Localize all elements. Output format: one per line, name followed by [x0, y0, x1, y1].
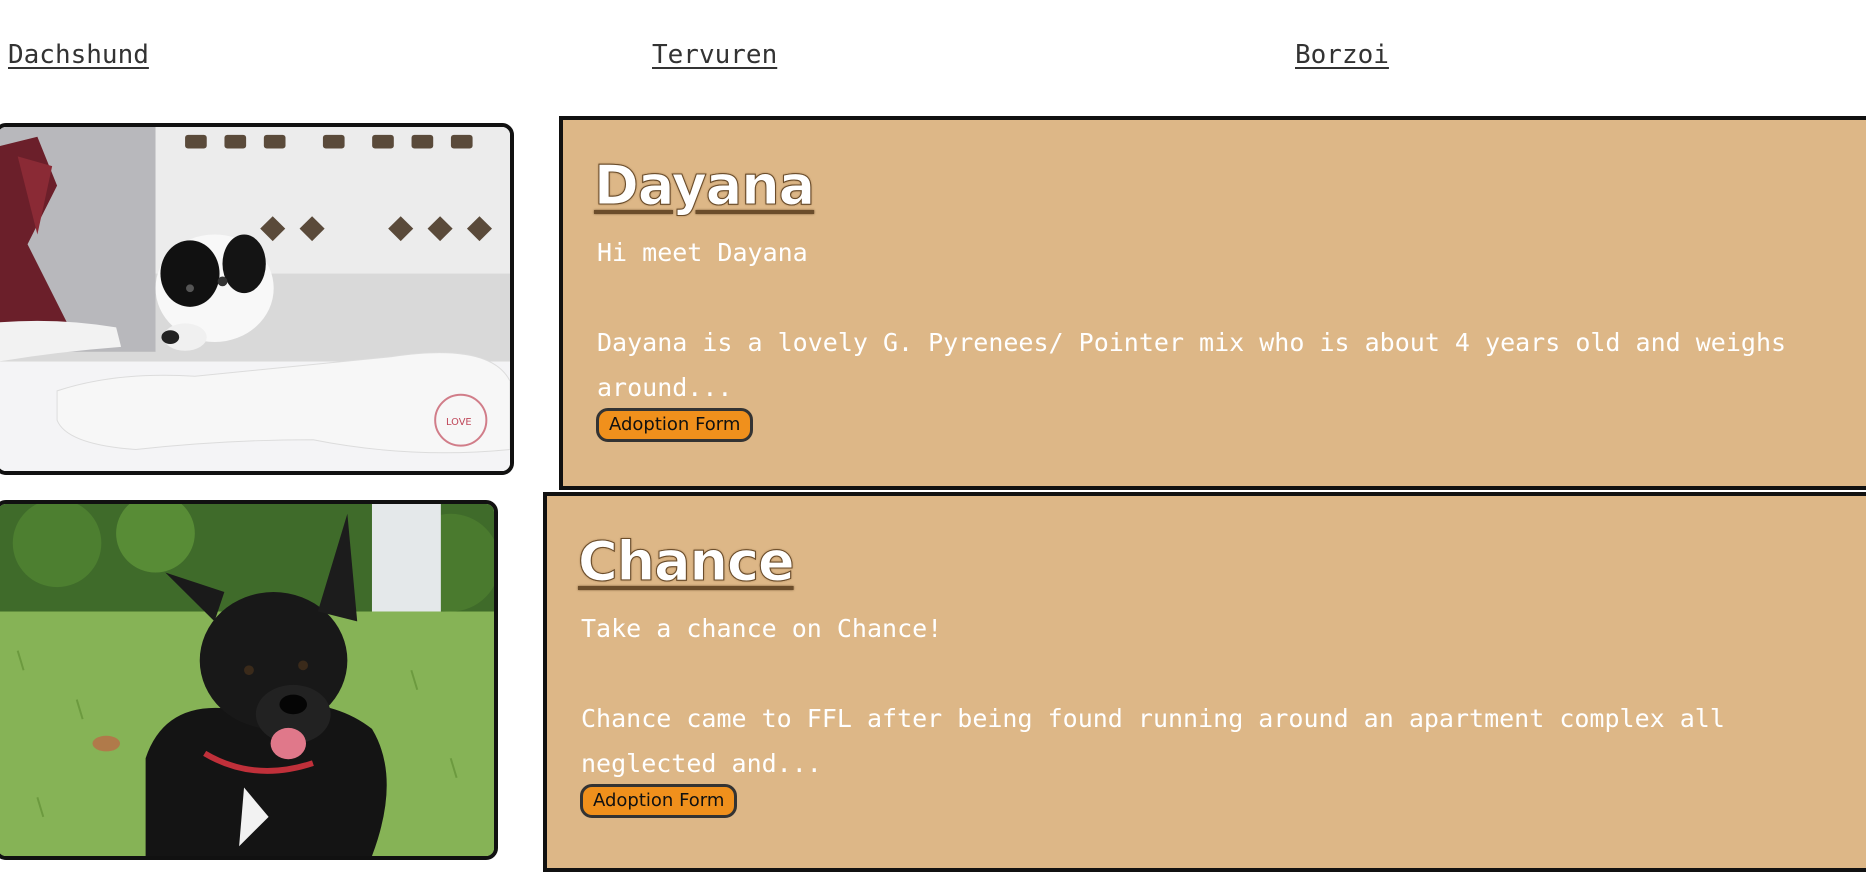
- dog-description: Dayana is a lovely G. Pyrenees/ Pointer …: [597, 328, 1802, 402]
- dog-photo-chance: [0, 500, 498, 860]
- nav-link-borzoi[interactable]: Borzoi: [1295, 40, 1389, 70]
- adoption-form-button[interactable]: Adoption Form: [580, 784, 738, 818]
- dog-tagline: Take a chance on Chance!: [581, 614, 943, 643]
- dog-name-heading[interactable]: Chance: [578, 530, 796, 594]
- dog-card-dayana: Dayana Hi meet Dayana Dayana is a lovely…: [559, 116, 1866, 490]
- white-dog-photo-icon: LOVE: [0, 127, 510, 471]
- black-dog-photo-icon: [0, 504, 494, 856]
- nav-link-dachshund[interactable]: Dachshund: [8, 40, 149, 70]
- dog-photo-dayana: LOVE: [0, 123, 514, 475]
- adoption-form-button[interactable]: Adoption Form: [596, 408, 754, 442]
- dog-description: Chance came to FFL after being found run…: [581, 704, 1740, 778]
- dog-card-chance: Chance Take a chance on Chance! Chance c…: [543, 492, 1866, 872]
- svg-text:LOVE: LOVE: [446, 417, 472, 428]
- dog-tagline: Hi meet Dayana: [597, 238, 808, 267]
- nav-link-tervuren[interactable]: Tervuren: [652, 40, 777, 70]
- breed-nav: Dachshund Tervuren Borzoi: [0, 0, 1866, 110]
- dog-name-heading[interactable]: Dayana: [593, 154, 815, 218]
